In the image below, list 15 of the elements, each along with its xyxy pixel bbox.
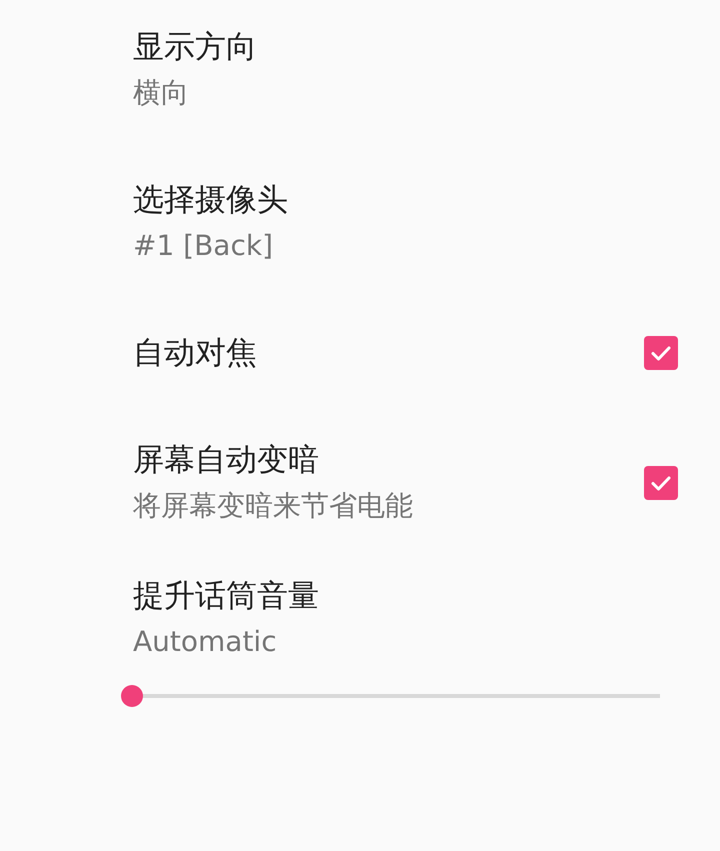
preference-title: 选择摄像头 bbox=[133, 181, 288, 220]
checkmark-icon bbox=[652, 346, 670, 360]
preference-title: 自动对焦 bbox=[133, 334, 257, 373]
checkbox[interactable] bbox=[644, 336, 678, 370]
checkmark-icon bbox=[652, 476, 670, 490]
slider-thumb[interactable] bbox=[121, 685, 143, 707]
preference-summary: Automatic bbox=[133, 624, 278, 660]
preference-title: 显示方向 bbox=[133, 28, 257, 67]
checkbox[interactable] bbox=[644, 466, 678, 500]
slider-track[interactable] bbox=[121, 685, 660, 707]
preference-summary: 将屏幕变暗来节省电能 bbox=[133, 488, 413, 524]
preference-summary: 横向 bbox=[133, 75, 190, 111]
preference-title: 屏幕自动变暗 bbox=[133, 441, 320, 480]
preference-title: 提升话筒音量 bbox=[133, 577, 319, 616]
preference-summary: #1 [Back] bbox=[133, 228, 274, 264]
